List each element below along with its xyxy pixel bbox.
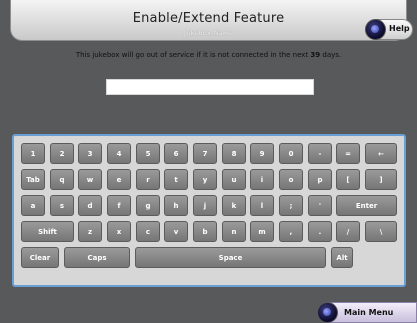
key-tab[interactable]: Tab [21, 169, 45, 190]
key-s[interactable]: s [50, 195, 74, 216]
key-q[interactable]: q [50, 169, 74, 190]
key-left-bracket[interactable]: [ [336, 169, 360, 190]
key-8[interactable]: 8 [222, 143, 246, 164]
key-1[interactable]: 1 [21, 143, 45, 164]
key-9[interactable]: 9 [250, 143, 274, 164]
key-4[interactable]: 4 [107, 143, 131, 164]
message-suffix: days. [322, 51, 342, 59]
on-screen-keyboard: 1 2 3 4 5 6 7 8 9 0 - = ← Tab q w e r t … [12, 134, 406, 287]
key-y[interactable]: y [193, 169, 217, 190]
key-6[interactable]: 6 [164, 143, 188, 164]
caps-key[interactable]: Caps [64, 247, 130, 268]
key-p[interactable]: p [308, 169, 332, 190]
clear-key[interactable]: Clear [21, 247, 59, 268]
space-key[interactable]: Space [135, 247, 326, 268]
help-orb-icon [365, 19, 386, 40]
key-c[interactable]: c [136, 221, 160, 242]
key-0[interactable]: 0 [279, 143, 303, 164]
key-n[interactable]: n [222, 221, 246, 242]
key-minus[interactable]: - [308, 143, 332, 164]
key-apostrophe[interactable]: ' [308, 195, 332, 216]
key-r[interactable]: r [136, 169, 160, 190]
key-k[interactable]: k [222, 195, 246, 216]
alt-key[interactable]: Alt [331, 247, 353, 268]
enter-key[interactable]: Enter [336, 195, 397, 216]
key-x[interactable]: x [107, 221, 131, 242]
key-h[interactable]: h [164, 195, 188, 216]
key-period[interactable]: . [308, 221, 332, 242]
main-menu-label: Main Menu [344, 308, 394, 317]
key-3[interactable]: 3 [78, 143, 102, 164]
message-prefix: This jukebox will go out of service if i… [75, 51, 309, 59]
key-u[interactable]: u [222, 169, 246, 190]
key-right-bracket[interactable]: ] [365, 169, 397, 190]
help-button[interactable]: Help [365, 19, 413, 40]
key-f[interactable]: f [107, 195, 131, 216]
help-label: Help [389, 24, 410, 33]
service-message: This jukebox will go out of service if i… [0, 51, 417, 59]
key-e[interactable]: e [107, 169, 131, 190]
jukebox-name: JukeBox_Name [183, 30, 234, 37]
key-o[interactable]: o [279, 169, 303, 190]
key-5[interactable]: 5 [136, 143, 160, 164]
key-equals[interactable]: = [336, 143, 360, 164]
key-g[interactable]: g [136, 195, 160, 216]
key-7[interactable]: 7 [193, 143, 217, 164]
key-m[interactable]: m [250, 221, 274, 242]
days-count: 39 [310, 51, 321, 59]
page-title: Enable/Extend Feature [132, 11, 285, 26]
shift-key[interactable]: Shift [21, 221, 74, 242]
key-d[interactable]: d [78, 195, 102, 216]
key-v[interactable]: v [164, 221, 188, 242]
key-comma[interactable]: , [279, 221, 303, 242]
key-b[interactable]: b [193, 221, 217, 242]
key-2[interactable]: 2 [50, 143, 74, 164]
key-a[interactable]: a [21, 195, 45, 216]
key-l[interactable]: l [250, 195, 274, 216]
key-slash[interactable]: / [336, 221, 360, 242]
key-w[interactable]: w [78, 169, 102, 190]
backspace-key[interactable]: ← [365, 143, 397, 164]
key-z[interactable]: z [78, 221, 102, 242]
key-t[interactable]: t [164, 169, 188, 190]
key-i[interactable]: i [250, 169, 274, 190]
code-input[interactable] [106, 79, 314, 95]
header-bar: Enable/Extend Feature JukeBox_Name [10, 0, 407, 41]
key-backslash[interactable]: \ [365, 221, 397, 242]
key-semicolon[interactable]: ; [279, 195, 303, 216]
key-j[interactable]: j [193, 195, 217, 216]
